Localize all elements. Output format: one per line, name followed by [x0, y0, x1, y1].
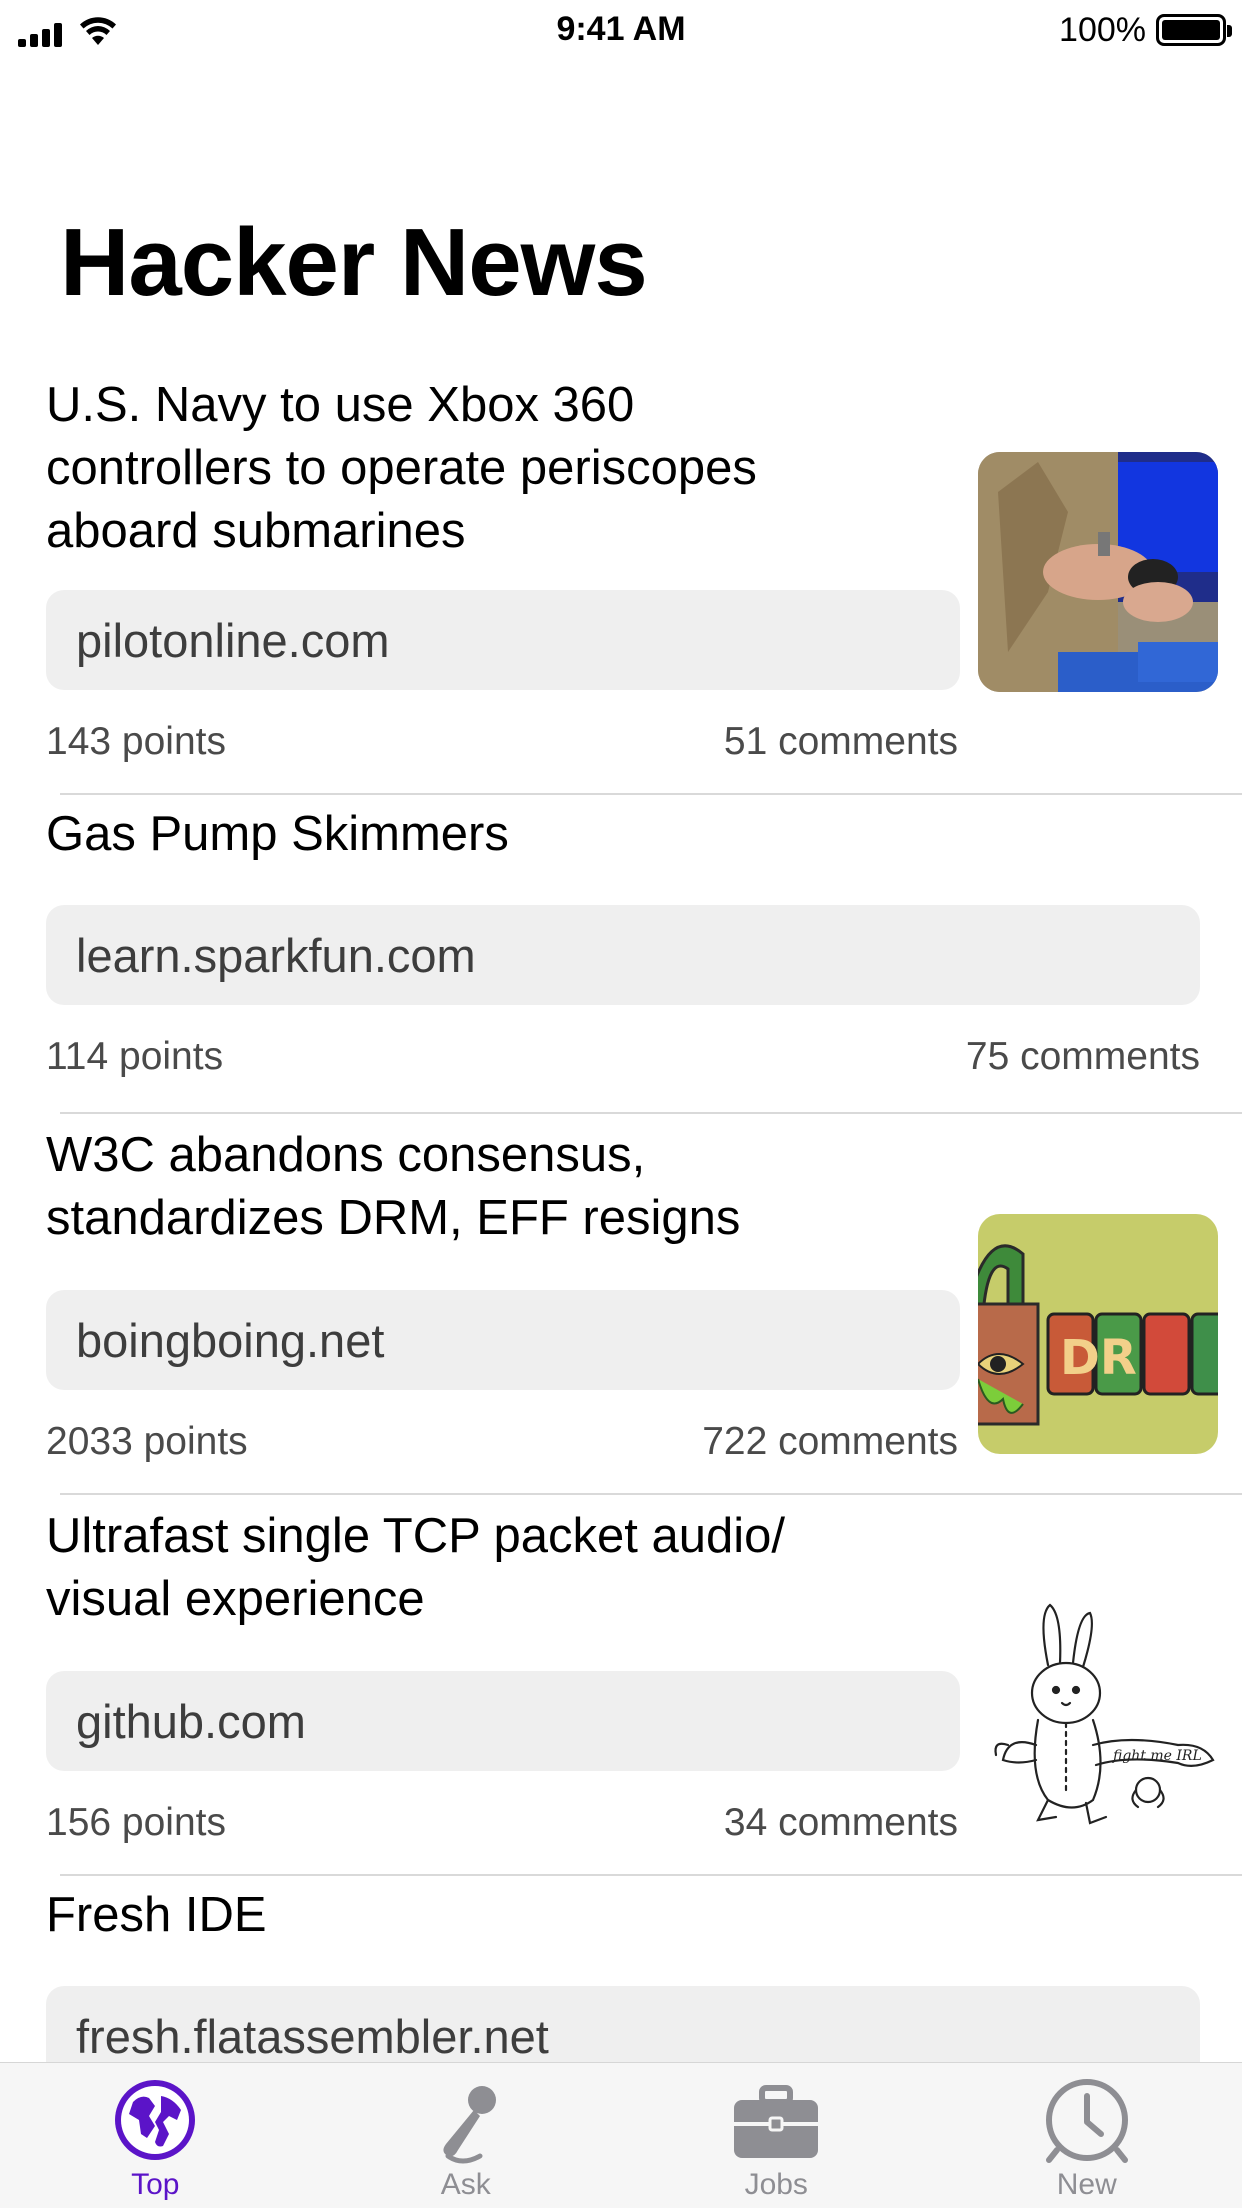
status-time: 9:41 AM [556, 10, 686, 48]
tab-bar: Top Ask Jobs New [0, 2062, 1242, 2208]
story-thumbnail-navy-controller[interactable] [978, 452, 1218, 692]
tab-label: New [1056, 2168, 1117, 2201]
story-title[interactable]: Gas Pump Skimmers [46, 803, 1146, 866]
story-points: 2033 points [46, 1420, 248, 1463]
story-url-button[interactable]: pilotonline.com [46, 590, 960, 690]
cellular-signal-icon [18, 23, 62, 47]
tab-label: Jobs [744, 2168, 808, 2201]
drm-lock-illustration: DR [978, 1214, 1218, 1454]
tab-top[interactable]: Top [0, 2063, 311, 2208]
tab-label: Top [131, 2168, 180, 2201]
story-comments-link[interactable]: 34 comments [724, 1799, 958, 1847]
story-points: 143 points [46, 720, 226, 763]
story-title[interactable]: Ultrafast single TCP packet audio/ visua… [46, 1505, 946, 1631]
story-url-button[interactable]: learn.sparkfun.com [46, 905, 1200, 1005]
tab-new[interactable]: New [932, 2063, 1242, 2208]
story-comments-link[interactable]: 722 comments [702, 1418, 958, 1466]
story-row[interactable]: Gas Pump Skimmers learn.sparkfun.com 114… [0, 795, 1242, 1114]
story-title[interactable]: Fresh IDE [46, 1884, 1146, 1947]
story-url-button[interactable]: boingboing.net [46, 1290, 960, 1390]
story-comments-link[interactable]: 75 comments [966, 1033, 1200, 1081]
briefcase-icon [734, 2085, 819, 2158]
globe-icon [115, 2080, 196, 2160]
navy-controller-photo [978, 452, 1218, 692]
story-points: 114 points [46, 1035, 224, 1078]
battery-icon [1156, 14, 1232, 46]
wifi-icon [80, 17, 116, 45]
story-thumbnail-drm[interactable]: DR [978, 1214, 1218, 1454]
clock-icon [1045, 2079, 1128, 2163]
story-row[interactable]: W3C abandons consensus, standardizes DRM… [0, 1114, 1242, 1495]
bunny-sketch: fight me IRL [994, 1603, 1215, 1825]
story-thumbnail-bunny[interactable]: fight me IRL [978, 1595, 1218, 1835]
svg-text:fight me IRL: fight me IRL [1112, 1748, 1202, 1764]
story-comments-link[interactable]: 51 comments [724, 718, 958, 766]
tab-jobs[interactable]: Jobs [621, 2063, 932, 2208]
story-title[interactable]: U.S. Navy to use Xbox 360 controllers to… [46, 374, 946, 563]
story-url-button[interactable]: github.com [46, 1671, 960, 1771]
status-right: 100% [1059, 10, 1232, 50]
story-row[interactable]: Ultrafast single TCP packet audio/ visua… [0, 1495, 1242, 1876]
status-bar: 9:41 AM 100% [0, 0, 1242, 60]
page-title: Hacker News [60, 209, 648, 316]
battery-percentage: 100% [1059, 10, 1146, 49]
tab-ask[interactable]: Ask [311, 2063, 622, 2208]
microphone-icon [443, 2086, 496, 2164]
story-row[interactable]: U.S. Navy to use Xbox 360 controllers to… [0, 360, 1242, 795]
story-title[interactable]: W3C abandons consensus, standardizes DRM… [46, 1124, 946, 1250]
app-screen: 9:41 AM 100% Hacker News U.S. Navy to us… [0, 0, 1242, 2208]
status-left [18, 13, 118, 47]
svg-text:DR: DR [1060, 1330, 1137, 1386]
story-points: 156 points [46, 1801, 226, 1844]
tab-label: Ask [440, 2168, 491, 2201]
